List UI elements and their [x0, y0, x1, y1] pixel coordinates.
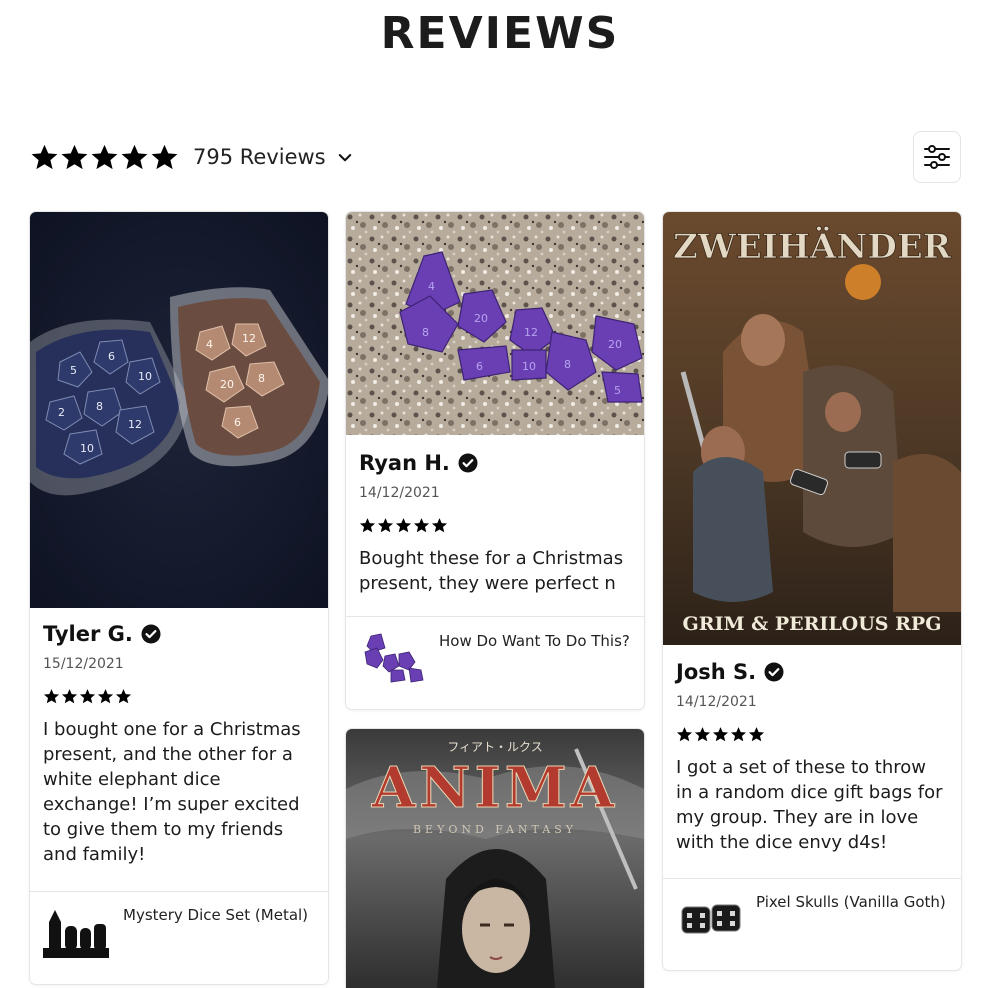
verified-badge-icon — [458, 453, 478, 473]
review-date: 14/12/2021 — [676, 694, 757, 710]
review-card[interactable]: 4 8 20 12 6 10 8 20 5 Ryan H. 14/12/2021 Bough… — [346, 212, 644, 709]
star-icon — [151, 144, 178, 169]
star-icon — [359, 518, 376, 533]
star-icon — [748, 727, 765, 742]
product-name[interactable]: Mystery Dice Set (Metal) — [123, 904, 308, 926]
review-rating — [43, 688, 315, 705]
svg-text:12: 12 — [242, 332, 256, 345]
review-count[interactable]: 795 Reviews — [193, 145, 326, 169]
svg-text:5: 5 — [614, 384, 621, 397]
reviewer-name: Josh S. — [676, 660, 757, 684]
rating-stars — [30, 143, 179, 172]
svg-text:4: 4 — [206, 338, 213, 351]
product-link[interactable]: Pixel Skulls (Vanilla Goth) — [663, 878, 961, 970]
review-card[interactable]: 5 6 10 2 8 12 10 4 12 20 86 Tyler G. 15/12 — [30, 212, 328, 984]
star-icon — [115, 689, 132, 704]
svg-text:8: 8 — [422, 326, 429, 339]
reviewer-name: Tyler G. — [43, 622, 133, 646]
svg-text:12: 12 — [128, 418, 142, 431]
product-link[interactable]: How Do Want To Do This? — [346, 616, 644, 709]
review-card[interactable]: フィアト・ルクス ANIMA BEYOND FANTASY — [346, 729, 644, 988]
review-photo-image: 5 6 10 2 8 12 10 4 12 20 8 6 — [30, 212, 328, 608]
svg-text:8: 8 — [96, 400, 103, 413]
review-photo-image: フィアト・ルクス ANIMA BEYOND FANTASY — [346, 729, 644, 988]
star-icon — [694, 727, 711, 742]
rating-summary[interactable]: 795 Reviews — [30, 140, 354, 174]
star-icon — [91, 144, 118, 169]
review-rating — [359, 517, 631, 534]
star-icon — [61, 689, 78, 704]
product-thumbnail — [43, 904, 115, 962]
svg-text:12: 12 — [524, 326, 538, 339]
review-rating — [676, 726, 948, 743]
review-text: I bought one for a Christmas present, an… — [43, 719, 301, 865]
star-icon — [395, 518, 412, 533]
star-icon — [377, 518, 394, 533]
svg-text:10: 10 — [522, 360, 536, 373]
star-icon — [121, 144, 148, 169]
review-card[interactable]: ZWEIHÄNDER GRIM & PERILOUS RPG Josh S. 1… — [663, 212, 961, 970]
star-icon — [61, 144, 88, 169]
star-icon — [712, 727, 729, 742]
product-name[interactable]: How Do Want To Do This? — [439, 630, 630, 652]
star-icon — [31, 144, 58, 169]
star-icon — [413, 518, 430, 533]
review-photo[interactable]: フィアト・ルクス ANIMA BEYOND FANTASY — [346, 729, 644, 988]
cover-kana: フィアト・ルクス — [447, 740, 542, 754]
star-icon — [730, 727, 747, 742]
star-icon — [79, 689, 96, 704]
review-photo-image: 4 8 20 12 6 10 8 20 5 — [346, 212, 644, 435]
product-thumbnail — [676, 891, 748, 949]
cover-title: ANIMA — [371, 755, 618, 821]
review-photo-image: ZWEIHÄNDER GRIM & PERILOUS RPG — [663, 212, 961, 645]
review-text: Bought these for a Christmas present, th… — [359, 548, 624, 594]
review-date: 15/12/2021 — [43, 656, 124, 672]
verified-badge-icon — [141, 624, 161, 644]
star-icon — [431, 518, 448, 533]
reviewer-name: Ryan H. — [359, 451, 450, 475]
svg-text:6: 6 — [108, 350, 115, 363]
review-date: 14/12/2021 — [359, 485, 440, 501]
review-photo[interactable]: ZWEIHÄNDER GRIM & PERILOUS RPG — [663, 212, 961, 645]
svg-text:10: 10 — [138, 370, 152, 383]
svg-text:8: 8 — [258, 372, 265, 385]
star-icon — [97, 689, 114, 704]
chevron-down-icon[interactable] — [336, 149, 354, 167]
svg-text:10: 10 — [80, 442, 94, 455]
svg-text:20: 20 — [608, 338, 622, 351]
svg-text:6: 6 — [234, 416, 241, 429]
cover-subtitle: GRIM & PERILOUS RPG — [683, 613, 942, 635]
star-icon — [676, 727, 693, 742]
cover-subtitle: BEYOND FANTASY — [413, 823, 577, 836]
filter-button[interactable] — [913, 131, 961, 183]
svg-text:2: 2 — [58, 406, 65, 419]
review-text: I got a set of these to throw in a rando… — [676, 757, 943, 853]
svg-text:4: 4 — [428, 280, 435, 293]
product-name[interactable]: Pixel Skulls (Vanilla Goth) — [756, 891, 946, 913]
svg-text:20: 20 — [474, 312, 488, 325]
product-thumbnail — [359, 630, 431, 688]
star-icon — [43, 689, 60, 704]
product-link[interactable]: Mystery Dice Set (Metal) — [30, 891, 328, 984]
review-photo[interactable]: 5 6 10 2 8 12 10 4 12 20 8 6 — [30, 212, 328, 608]
cover-title: ZWEIHÄNDER — [673, 226, 952, 267]
svg-text:5: 5 — [70, 364, 77, 377]
review-photo[interactable]: 4 8 20 12 6 10 8 20 5 — [346, 212, 644, 435]
svg-text:20: 20 — [220, 378, 234, 391]
svg-text:6: 6 — [476, 360, 483, 373]
verified-badge-icon — [764, 662, 784, 682]
svg-text:8: 8 — [564, 358, 571, 371]
page-title: REVIEWS — [380, 8, 620, 59]
sliders-icon — [924, 145, 950, 169]
